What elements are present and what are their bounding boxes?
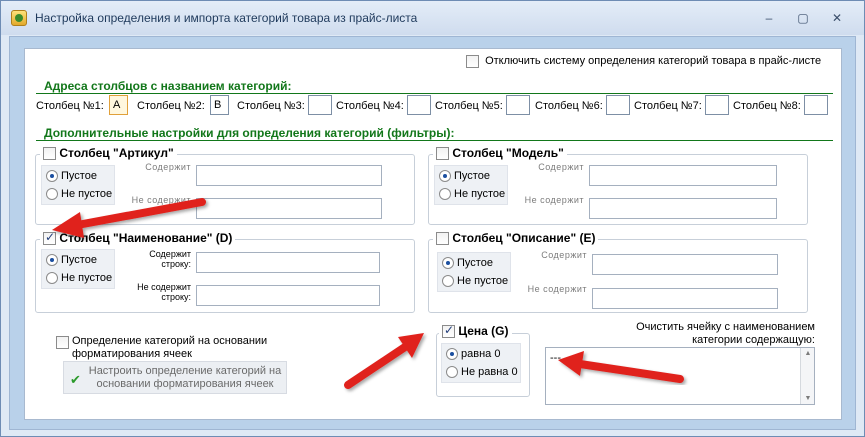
model-not-empty-option[interactable]: Не пустое [439, 188, 505, 201]
model-checkbox[interactable] [436, 147, 449, 161]
article-contains-input[interactable] [196, 165, 382, 186]
description-not-contains-input[interactable] [592, 288, 778, 309]
column-input-6[interactable] [606, 95, 630, 115]
client-area: Отключить систему определения категорий … [9, 36, 856, 430]
configure-formatting-button[interactable]: ✔ Настроить определение категорий на осн… [63, 361, 287, 394]
window-title: Настройка определения и импорта категори… [35, 11, 418, 25]
filters-heading: Дополнительные настройки для определения… [44, 126, 455, 140]
column-label-8: Столбец №8: [733, 100, 801, 112]
price-zero-radio[interactable] [446, 348, 458, 361]
article-not-empty-option[interactable]: Не пустое [46, 188, 112, 201]
column-label-1: Столбец №1: [36, 100, 104, 112]
settings-panel: Отключить систему определения категорий … [24, 48, 842, 420]
description-radio-group: Пустое Не пустое [437, 252, 511, 292]
description-not-empty-option[interactable]: Не пустое [442, 275, 508, 288]
description-not-contains-label: Не содержит [527, 284, 587, 294]
title-bar[interactable]: Настройка определения и импорта категори… [1, 1, 864, 35]
model-not-contains-input[interactable] [589, 198, 777, 219]
article-radio-group: Пустое Не пустое [41, 165, 115, 205]
column-label-2: Столбец №2: [137, 100, 205, 112]
description-empty-option[interactable]: Пустое [442, 257, 493, 270]
model-not-empty-radio[interactable] [439, 188, 451, 201]
column-input-2[interactable]: B [210, 95, 229, 115]
column-label-3: Столбец №3: [237, 100, 305, 112]
column-input-3[interactable] [308, 95, 332, 115]
article-not-empty-radio[interactable] [46, 188, 58, 201]
article-not-contains-input[interactable] [196, 198, 382, 219]
maximize-button[interactable]: ▢ [790, 9, 816, 27]
name-filter-title[interactable]: Столбец "Наименование" (D) [40, 230, 236, 246]
article-not-contains-label: Не содержит [131, 195, 191, 205]
addresses-divider [36, 93, 833, 94]
price-not-zero-option[interactable]: Не равна 0 [446, 366, 518, 379]
disable-system-checkbox[interactable] [466, 55, 479, 68]
clear-cell-textarea[interactable]: --- ▲ ▼ [545, 347, 815, 405]
price-checkbox[interactable] [442, 323, 455, 339]
article-checkbox[interactable] [43, 147, 56, 161]
model-filter-title[interactable]: Столбец "Модель" [433, 146, 567, 161]
model-contains-label: Содержит [538, 162, 584, 172]
article-empty-option[interactable]: Пустое [46, 170, 97, 183]
article-empty-radio[interactable] [46, 170, 58, 183]
formatting-option[interactable]: Определение категорий на основании форма… [56, 335, 267, 361]
formatting-checkbox[interactable] [56, 336, 69, 349]
app-icon [11, 10, 27, 26]
column-label-6: Столбец №6: [535, 100, 603, 112]
name-contains-input[interactable] [196, 252, 380, 273]
name-not-empty-option[interactable]: Не пустое [46, 272, 112, 285]
column-input-8[interactable] [804, 95, 828, 115]
price-zero-option[interactable]: равна 0 [446, 348, 500, 361]
name-not-empty-radio[interactable] [46, 272, 58, 285]
description-filter-title[interactable]: Столбец "Описание" (E) [433, 231, 599, 246]
model-contains-input[interactable] [589, 165, 777, 186]
column-label-4: Столбец №4: [336, 100, 404, 112]
model-radio-group: Пустое Не пустое [434, 165, 508, 205]
name-contains-label: Содержит строку: [149, 249, 191, 269]
close-button[interactable]: ✕ [824, 9, 850, 27]
configure-formatting-label: Настроить определение категорий на основ… [88, 365, 282, 390]
filters-divider [36, 140, 833, 141]
description-contains-input[interactable] [592, 254, 778, 275]
column-label-5: Столбец №5: [435, 100, 503, 112]
model-empty-option[interactable]: Пустое [439, 170, 490, 183]
model-not-contains-label: Не содержит [524, 195, 584, 205]
column-label-7: Столбец №7: [634, 100, 702, 112]
checkmark-icon: ✔ [70, 372, 81, 387]
description-not-empty-radio[interactable] [442, 275, 454, 288]
description-empty-radio[interactable] [442, 257, 454, 270]
addresses-heading: Адреса столбцов с названием категорий: [44, 79, 292, 93]
clear-cell-label: Очистить ячейку с наименованием категори… [636, 321, 815, 346]
name-empty-option[interactable]: Пустое [46, 254, 97, 267]
disable-system-option[interactable]: Отключить систему определения категорий … [466, 55, 821, 68]
vertical-scrollbar[interactable]: ▲ ▼ [800, 348, 814, 404]
name-empty-radio[interactable] [46, 254, 58, 267]
description-contains-label: Содержит [541, 250, 587, 260]
column-input-7[interactable] [705, 95, 729, 115]
clear-cell-value: --- [550, 352, 561, 364]
price-filter-title[interactable]: Цена (G) [439, 323, 512, 339]
name-radio-group: Пустое Не пустое [41, 249, 115, 289]
column-input-5[interactable] [506, 95, 530, 115]
name-not-contains-input[interactable] [196, 285, 380, 306]
minimize-button[interactable]: – [756, 9, 782, 27]
scroll-up-icon[interactable]: ▲ [803, 350, 813, 357]
name-not-contains-label: Не содержит строку: [137, 282, 191, 302]
description-checkbox[interactable] [436, 232, 449, 246]
price-radio-group: равна 0 Не равна 0 [441, 343, 521, 383]
column-input-1[interactable]: A [109, 95, 128, 115]
price-not-zero-radio[interactable] [446, 366, 458, 379]
scroll-down-icon[interactable]: ▼ [803, 395, 813, 402]
model-empty-radio[interactable] [439, 170, 451, 183]
article-filter-title[interactable]: Столбец "Артикул" [40, 146, 177, 161]
article-contains-label: Содержит [145, 162, 191, 172]
name-checkbox[interactable] [43, 230, 56, 246]
dialog-window: Настройка определения и импорта категори… [0, 0, 865, 437]
column-input-4[interactable] [407, 95, 431, 115]
disable-system-label: Отключить систему определения категорий … [485, 55, 822, 68]
